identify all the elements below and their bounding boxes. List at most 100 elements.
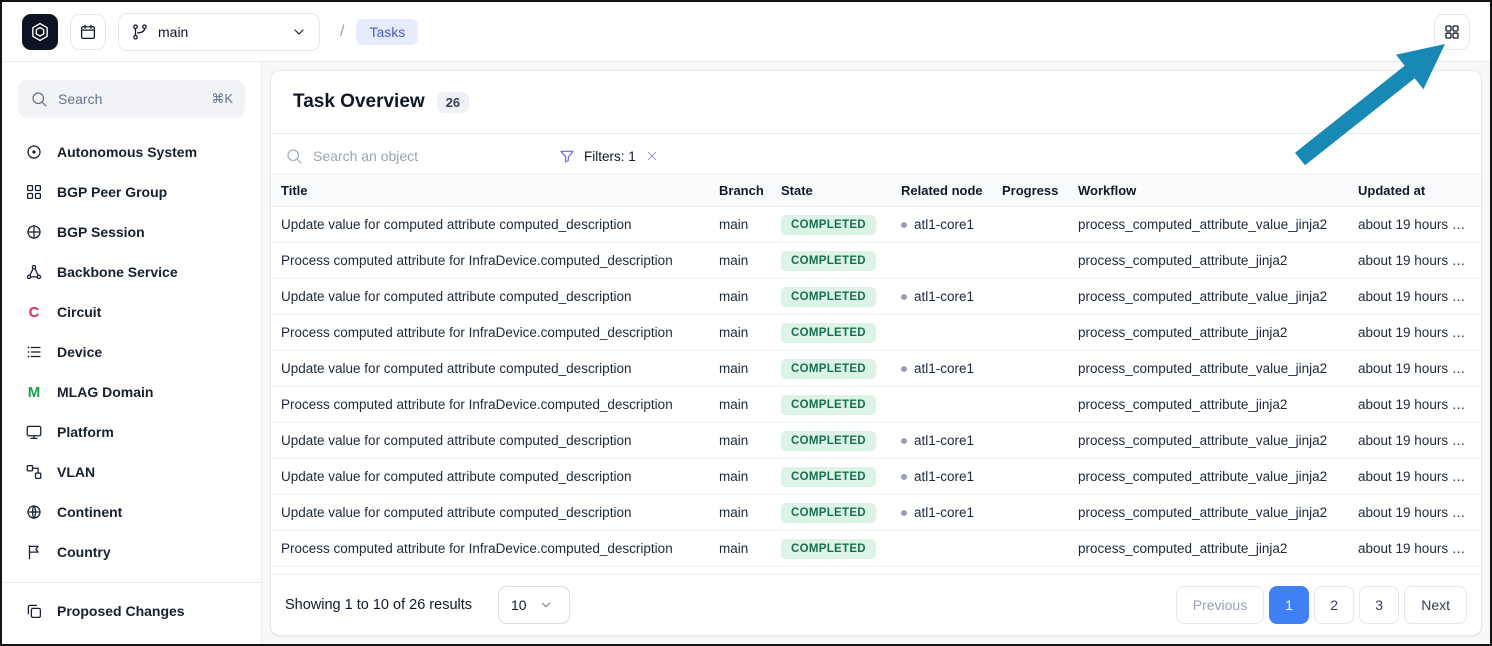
device-icon bbox=[24, 343, 44, 361]
breadcrumb-tasks[interactable]: Tasks bbox=[356, 19, 418, 45]
page-button-1[interactable]: 1 bbox=[1269, 586, 1309, 624]
cell-progress bbox=[992, 315, 1068, 351]
cell-branch: main bbox=[709, 459, 771, 495]
cell-progress bbox=[992, 279, 1068, 315]
sidebar-item-backbone-service[interactable]: Backbone Service bbox=[18, 252, 245, 292]
cell-workflow: process_computed_attribute_jinja2 bbox=[1068, 243, 1348, 279]
cell-updated-at: about 19 hours ago bbox=[1348, 531, 1481, 567]
app-logo[interactable] bbox=[22, 14, 58, 50]
table-row[interactable]: Update value for computed attribute comp… bbox=[271, 423, 1481, 459]
cell-title: Update value for computed attribute comp… bbox=[271, 423, 709, 459]
sidebar-item-bgp-peer-group[interactable]: BGP Peer Group bbox=[18, 172, 245, 212]
column-header-workflow: Workflow bbox=[1068, 175, 1348, 207]
table-row[interactable]: Process computed attribute for InfraDevi… bbox=[271, 387, 1481, 423]
status-badge: COMPLETED bbox=[781, 215, 876, 235]
status-badge: COMPLETED bbox=[781, 503, 876, 523]
top-header: main / Tasks bbox=[2, 2, 1490, 62]
cell-related-node: atl1-core1 bbox=[891, 495, 992, 531]
cell-updated-at: about 19 hours ago bbox=[1348, 351, 1481, 387]
column-header-progress: Progress bbox=[992, 175, 1068, 207]
apps-grid-button[interactable] bbox=[1434, 14, 1470, 50]
table-row[interactable]: Process computed attribute for InfraDevi… bbox=[271, 531, 1481, 567]
cell-title: Process computed attribute for InfraDevi… bbox=[271, 315, 709, 351]
page-size-select[interactable]: 10 bbox=[498, 586, 570, 624]
table-row[interactable]: Update value for computed attribute comp… bbox=[271, 459, 1481, 495]
cell-progress bbox=[992, 459, 1068, 495]
app-window: main / Tasks Search ⌘K Autonomous System… bbox=[0, 0, 1492, 646]
table-row[interactable]: Process computed attribute for InfraDevi… bbox=[271, 315, 1481, 351]
clear-filters-icon[interactable] bbox=[645, 149, 659, 163]
sidebar-item-mlag-domain[interactable]: MMLAG Domain bbox=[18, 372, 245, 412]
sidebar-item-country[interactable]: Country bbox=[18, 532, 245, 572]
sidebar-menu: Autonomous System BGP Peer GroupBGP Sessi… bbox=[18, 132, 245, 572]
sidebar-search[interactable]: Search ⌘K bbox=[18, 80, 245, 118]
previous-page-button[interactable]: Previous bbox=[1176, 586, 1264, 624]
circuit-letter-icon: C bbox=[24, 304, 44, 321]
sidebar-item-proposed-changes[interactable]: Proposed Changes bbox=[18, 591, 245, 631]
cell-state: COMPLETED bbox=[771, 279, 891, 315]
cell-progress bbox=[992, 207, 1068, 243]
cell-updated-at: about 19 hours ago bbox=[1348, 459, 1481, 495]
git-branch-icon bbox=[131, 23, 149, 41]
table-row[interactable]: Update value for computed attribute comp… bbox=[271, 495, 1481, 531]
vlan-icon bbox=[24, 463, 44, 481]
table-footer: Showing 1 to 10 of 26 results 10 Previou… bbox=[271, 574, 1481, 635]
table-row[interactable]: Process computed attribute for InfraDevi… bbox=[271, 243, 1481, 279]
sidebar-item-circuit[interactable]: CCircuit bbox=[18, 292, 245, 332]
object-search-input[interactable] bbox=[313, 148, 503, 164]
sidebar-item-continent[interactable]: Continent bbox=[18, 492, 245, 532]
page-size-value: 10 bbox=[511, 597, 527, 613]
sidebar-item-platform[interactable]: Platform bbox=[18, 412, 245, 452]
cell-progress bbox=[992, 423, 1068, 459]
pagination: Previous 123 Next bbox=[1176, 586, 1467, 624]
proposed-changes-icon bbox=[24, 602, 44, 620]
cell-title: Update value for computed attribute comp… bbox=[271, 459, 709, 495]
page-button-2[interactable]: 2 bbox=[1314, 586, 1354, 624]
search-icon bbox=[285, 147, 303, 165]
cell-updated-at: about 19 hours ago bbox=[1348, 207, 1481, 243]
sidebar-item-label: Autonomous System bbox=[57, 144, 197, 160]
cell-title: Process computed attribute for InfraDevi… bbox=[271, 243, 709, 279]
cell-progress bbox=[992, 531, 1068, 567]
next-page-button[interactable]: Next bbox=[1404, 586, 1467, 624]
sidebar-divider bbox=[2, 582, 261, 583]
filter-icon bbox=[559, 148, 575, 164]
branch-name: main bbox=[158, 24, 188, 40]
branch-selector[interactable]: main bbox=[118, 13, 320, 51]
cell-progress bbox=[992, 387, 1068, 423]
status-badge: COMPLETED bbox=[781, 323, 876, 343]
table-row[interactable]: Update value for computed attribute comp… bbox=[271, 279, 1481, 315]
cell-related-node: atl1-core1 bbox=[891, 279, 992, 315]
sidebar-item-object-management[interactable]: Object Management bbox=[18, 631, 245, 644]
sidebar-item-autonomous-system[interactable]: Autonomous System bbox=[18, 132, 245, 172]
filters-control[interactable]: Filters: 1 bbox=[559, 148, 659, 164]
object-management-icon bbox=[24, 642, 44, 644]
cell-updated-at: about 19 hours ago bbox=[1348, 315, 1481, 351]
sidebar-item-label: Object Management bbox=[57, 643, 190, 644]
calendar-icon bbox=[79, 23, 97, 41]
cell-related-node: atl1-core1 bbox=[891, 207, 992, 243]
cell-branch: main bbox=[709, 279, 771, 315]
column-header-related-node: Related node bbox=[891, 175, 992, 207]
node-bullet-icon bbox=[901, 510, 907, 516]
cell-related-node bbox=[891, 243, 992, 279]
node-bullet-icon bbox=[901, 366, 907, 372]
cell-branch: main bbox=[709, 351, 771, 387]
table-row[interactable]: Update value for computed attribute comp… bbox=[271, 207, 1481, 243]
cell-state: COMPLETED bbox=[771, 531, 891, 567]
infrahub-logo-icon bbox=[29, 21, 51, 43]
date-picker-button[interactable] bbox=[70, 14, 106, 50]
bgp-peer-group-icon bbox=[24, 183, 44, 201]
page-title: Task Overview bbox=[293, 91, 425, 113]
bgp-session-icon bbox=[24, 223, 44, 241]
table-row[interactable]: Update value for computed attribute comp… bbox=[271, 351, 1481, 387]
sidebar-item-bgp-session[interactable]: BGP Session bbox=[18, 212, 245, 252]
sidebar-item-vlan[interactable]: VLAN bbox=[18, 452, 245, 492]
cell-branch: main bbox=[709, 495, 771, 531]
sidebar-item-device[interactable]: Device bbox=[18, 332, 245, 372]
cell-state: COMPLETED bbox=[771, 387, 891, 423]
page-button-3[interactable]: 3 bbox=[1359, 586, 1399, 624]
cell-workflow: process_computed_attribute_value_jinja2 bbox=[1068, 459, 1348, 495]
cell-related-node: atl1-core1 bbox=[891, 423, 992, 459]
cell-updated-at: about 19 hours ago bbox=[1348, 495, 1481, 531]
